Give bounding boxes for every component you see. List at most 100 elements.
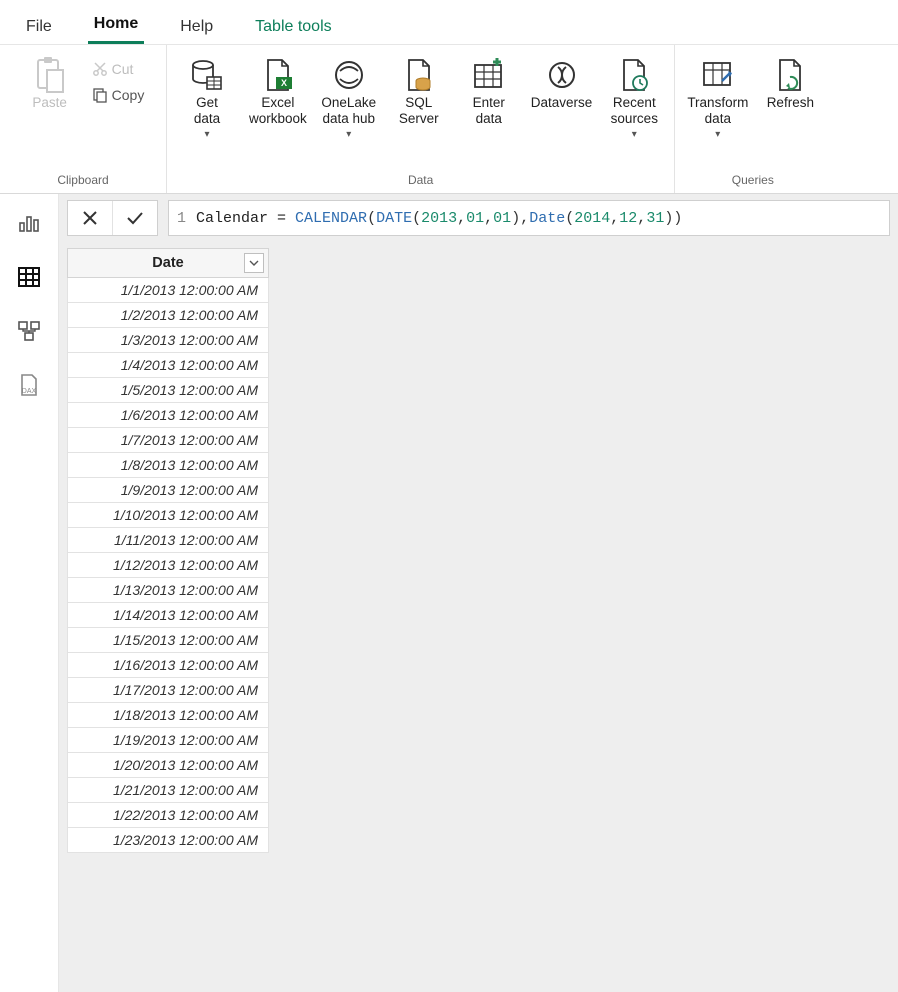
date-cell[interactable]: 1/20/2013 12:00:00 AM [68, 753, 269, 778]
date-cell[interactable]: 1/21/2013 12:00:00 AM [68, 778, 269, 803]
date-cell[interactable]: 1/9/2013 12:00:00 AM [68, 478, 269, 503]
formula-token: ) [673, 210, 682, 227]
table-row[interactable]: 1/9/2013 12:00:00 AM [68, 478, 269, 503]
ribbon: Paste Cut Copy Clipboard Get data ▾ [0, 45, 898, 194]
table-row[interactable]: 1/17/2013 12:00:00 AM [68, 678, 269, 703]
table-row[interactable]: 1/6/2013 12:00:00 AM [68, 403, 269, 428]
excel-label: Excel workbook [249, 95, 307, 127]
date-cell[interactable]: 1/11/2013 12:00:00 AM [68, 528, 269, 553]
check-icon [125, 209, 145, 227]
copy-button[interactable]: Copy [88, 85, 149, 105]
svg-text:X: X [281, 78, 287, 88]
formula-token: , [457, 210, 466, 227]
date-cell[interactable]: 1/10/2013 12:00:00 AM [68, 503, 269, 528]
date-cell[interactable]: 1/15/2013 12:00:00 AM [68, 628, 269, 653]
refresh-button[interactable]: Refresh [758, 55, 822, 113]
table-row[interactable]: 1/12/2013 12:00:00 AM [68, 553, 269, 578]
table-row[interactable]: 1/2/2013 12:00:00 AM [68, 303, 269, 328]
table-row[interactable]: 1/8/2013 12:00:00 AM [68, 453, 269, 478]
date-cell[interactable]: 1/6/2013 12:00:00 AM [68, 403, 269, 428]
chevron-down-icon: ▾ [715, 129, 720, 140]
table-row[interactable]: 1/1/2013 12:00:00 AM [68, 278, 269, 303]
formula-token: CALENDAR [295, 210, 367, 227]
cut-button[interactable]: Cut [88, 59, 149, 79]
date-cell[interactable]: 1/4/2013 12:00:00 AM [68, 353, 269, 378]
recent-sources-button[interactable]: Recent sources ▾ [602, 55, 666, 142]
report-view-button[interactable] [14, 208, 44, 238]
table-row[interactable]: 1/4/2013 12:00:00 AM [68, 353, 269, 378]
column-header-label: Date [152, 255, 183, 271]
table-row[interactable]: 1/23/2013 12:00:00 AM [68, 828, 269, 853]
sql-server-button[interactable]: SQL Server [387, 55, 451, 129]
date-cell[interactable]: 1/17/2013 12:00:00 AM [68, 678, 269, 703]
date-cell[interactable]: 1/13/2013 12:00:00 AM [68, 578, 269, 603]
table-row[interactable]: 1/19/2013 12:00:00 AM [68, 728, 269, 753]
formula-input[interactable]: 1Calendar = CALENDAR(DATE(2013,01,01),Da… [168, 200, 890, 236]
date-cell[interactable]: 1/3/2013 12:00:00 AM [68, 328, 269, 353]
table-row[interactable]: 1/21/2013 12:00:00 AM [68, 778, 269, 803]
transform-label: Transform data [687, 95, 748, 127]
date-cell[interactable]: 1/19/2013 12:00:00 AM [68, 728, 269, 753]
table-row[interactable]: 1/11/2013 12:00:00 AM [68, 528, 269, 553]
data-view-button[interactable] [14, 262, 44, 292]
table-row[interactable]: 1/16/2013 12:00:00 AM [68, 653, 269, 678]
date-cell[interactable]: 1/23/2013 12:00:00 AM [68, 828, 269, 853]
formula-token: , [520, 210, 529, 227]
enter-data-button[interactable]: Enter data [457, 55, 521, 129]
excel-workbook-button[interactable]: X Excel workbook [245, 55, 311, 129]
date-cell[interactable]: 1/22/2013 12:00:00 AM [68, 803, 269, 828]
dax-view-button[interactable]: DAX [14, 370, 44, 400]
formula-token: Date [529, 210, 565, 227]
table-row[interactable]: 1/3/2013 12:00:00 AM [68, 328, 269, 353]
cancel-formula-button[interactable] [68, 209, 112, 227]
table-row[interactable]: 1/18/2013 12:00:00 AM [68, 703, 269, 728]
group-label-data: Data [175, 171, 666, 191]
copy-label: Copy [112, 87, 145, 103]
transform-data-button[interactable]: Transform data ▾ [683, 55, 752, 142]
commit-formula-button[interactable] [113, 209, 157, 227]
table-row[interactable]: 1/7/2013 12:00:00 AM [68, 428, 269, 453]
date-cell[interactable]: 1/14/2013 12:00:00 AM [68, 603, 269, 628]
model-view-button[interactable] [14, 316, 44, 346]
table-row[interactable]: 1/13/2013 12:00:00 AM [68, 578, 269, 603]
tab-help[interactable]: Help [174, 8, 219, 44]
tab-file[interactable]: File [20, 8, 58, 44]
refresh-icon [772, 57, 808, 93]
date-cell[interactable]: 1/2/2013 12:00:00 AM [68, 303, 269, 328]
scissors-icon [92, 61, 108, 77]
table-row[interactable]: 1/22/2013 12:00:00 AM [68, 803, 269, 828]
formula-token: 01 [466, 210, 484, 227]
sql-icon [401, 57, 437, 93]
formula-token: DATE [376, 210, 412, 227]
tab-home[interactable]: Home [88, 5, 144, 44]
table-row[interactable]: 1/20/2013 12:00:00 AM [68, 753, 269, 778]
formula-token: ( [412, 210, 421, 227]
get-data-button[interactable]: Get data ▾ [175, 55, 239, 142]
date-cell[interactable]: 1/18/2013 12:00:00 AM [68, 703, 269, 728]
table-row[interactable]: 1/15/2013 12:00:00 AM [68, 628, 269, 653]
chevron-down-icon [249, 258, 259, 268]
table-row[interactable]: 1/5/2013 12:00:00 AM [68, 378, 269, 403]
column-filter-button[interactable] [244, 253, 264, 273]
date-cell[interactable]: 1/7/2013 12:00:00 AM [68, 428, 269, 453]
main-area: 1Calendar = CALENDAR(DATE(2013,01,01),Da… [59, 194, 898, 992]
dataverse-label: Dataverse [531, 95, 593, 111]
workspace: DAX 1Calendar = CALENDAR(DATE(2013,01,01… [0, 194, 898, 992]
table-row[interactable]: 1/14/2013 12:00:00 AM [68, 603, 269, 628]
table-row[interactable]: 1/10/2013 12:00:00 AM [68, 503, 269, 528]
formula-token: , [484, 210, 493, 227]
data-grid[interactable]: Date 1/1/2013 12:00:00 AM1/2/2013 12:00:… [59, 242, 898, 992]
paste-button[interactable]: Paste [18, 55, 82, 113]
dataverse-button[interactable]: Dataverse [527, 55, 597, 113]
tab-table-tools[interactable]: Table tools [249, 8, 338, 44]
date-cell[interactable]: 1/8/2013 12:00:00 AM [68, 453, 269, 478]
column-header-date[interactable]: Date [68, 249, 269, 278]
date-cell[interactable]: 1/12/2013 12:00:00 AM [68, 553, 269, 578]
date-cell[interactable]: 1/1/2013 12:00:00 AM [68, 278, 269, 303]
date-cell[interactable]: 1/5/2013 12:00:00 AM [68, 378, 269, 403]
date-cell[interactable]: 1/16/2013 12:00:00 AM [68, 653, 269, 678]
calendar-table: Date 1/1/2013 12:00:00 AM1/2/2013 12:00:… [67, 248, 269, 853]
onelake-button[interactable]: OneLake data hub ▾ [317, 55, 381, 142]
clipboard-icon [32, 57, 68, 93]
paste-label: Paste [32, 95, 67, 111]
